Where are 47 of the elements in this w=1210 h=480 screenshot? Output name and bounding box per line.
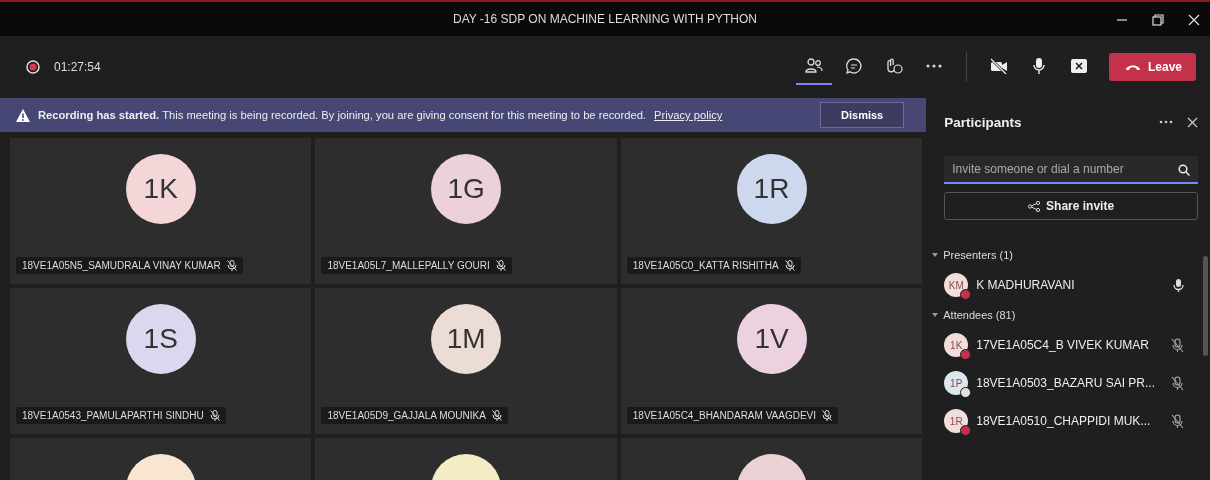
chat-icon — [843, 57, 864, 75]
search-icon — [1178, 164, 1190, 176]
people-icon — [803, 57, 824, 75]
share-invite-button[interactable]: Share invite — [944, 192, 1198, 220]
participant-name: 18VE1A0543_PAMULAPARTHI SINDHU — [22, 410, 204, 421]
participant-name: 18VE1A05L7_MALLEPALLY GOURI — [327, 260, 490, 271]
avatar: 1R — [736, 154, 807, 224]
caret-icon[interactable] — [932, 252, 939, 258]
more-icon — [925, 63, 942, 69]
participant-avatar: KM — [944, 273, 969, 297]
avatar: 1K — [125, 154, 196, 224]
phone-icon — [1124, 63, 1141, 71]
privacy-policy-link[interactable]: Privacy policy — [653, 109, 723, 121]
caret-icon[interactable] — [932, 312, 939, 318]
group-header[interactable]: Attendees (81) — [943, 309, 1016, 321]
close-icon[interactable] — [1187, 116, 1198, 128]
participant-name: 18VE1A05C4_BHANDARAM VAAGDEVI — [632, 410, 817, 421]
participant-name: 18VE1A05C0_KATTA RISHITHA — [632, 260, 779, 271]
close-icon[interactable] — [1188, 14, 1200, 26]
close-box-icon — [1070, 59, 1087, 73]
participant-name: 18VE1A05D9_GAJJALA MOUNIKA — [327, 410, 486, 421]
leave-button[interactable]: Leave — [1108, 53, 1196, 81]
participant-avatar: 1K — [944, 333, 969, 357]
group-header[interactable]: Presenters (1) — [943, 249, 1013, 261]
avatar: 1G — [431, 154, 502, 224]
avatar: 1S — [125, 304, 196, 374]
participant-avatar: 1P — [944, 371, 969, 395]
panel-title: Participants — [944, 114, 1022, 130]
share-icon — [1028, 200, 1041, 212]
avatar: 1V — [736, 304, 807, 374]
participant-avatar: 1R — [944, 409, 969, 433]
warning-icon — [16, 108, 30, 122]
camera-off-icon — [988, 58, 1009, 74]
more-icon[interactable] — [1159, 120, 1173, 124]
microphone-icon — [1031, 57, 1046, 75]
invite-search-field[interactable]: Invite someone or dial a number — [944, 156, 1198, 184]
window-title: DAY -16 SDP ON MACHINE LEARNING WITH PYTHON — [452, 12, 758, 26]
banner-message: Recording has started. This meeting is being recorded. By joining, you are giving consent for this meeting to be recorded. — [38, 109, 646, 121]
participant-name[interactable]: K MADHURAVANI — [976, 278, 1075, 292]
participant-name[interactable]: 18VE1A0510_CHAPPIDI MUK... — [976, 414, 1151, 428]
avatar: 1M — [431, 304, 502, 374]
participant-name[interactable]: 18VE1A0503_BAZARU SAI PR... — [976, 376, 1155, 390]
participant-name: 18VE1A05N5_SAMUDRALA VINAY KUMAR — [22, 260, 221, 271]
restore-icon[interactable] — [1152, 14, 1164, 26]
dismiss-button[interactable]: Dismiss — [820, 102, 905, 128]
participant-name[interactable]: 17VE1A05C4_B VIVEK KUMAR — [976, 338, 1149, 352]
meeting-timer: 01:27:54 — [54, 60, 101, 74]
